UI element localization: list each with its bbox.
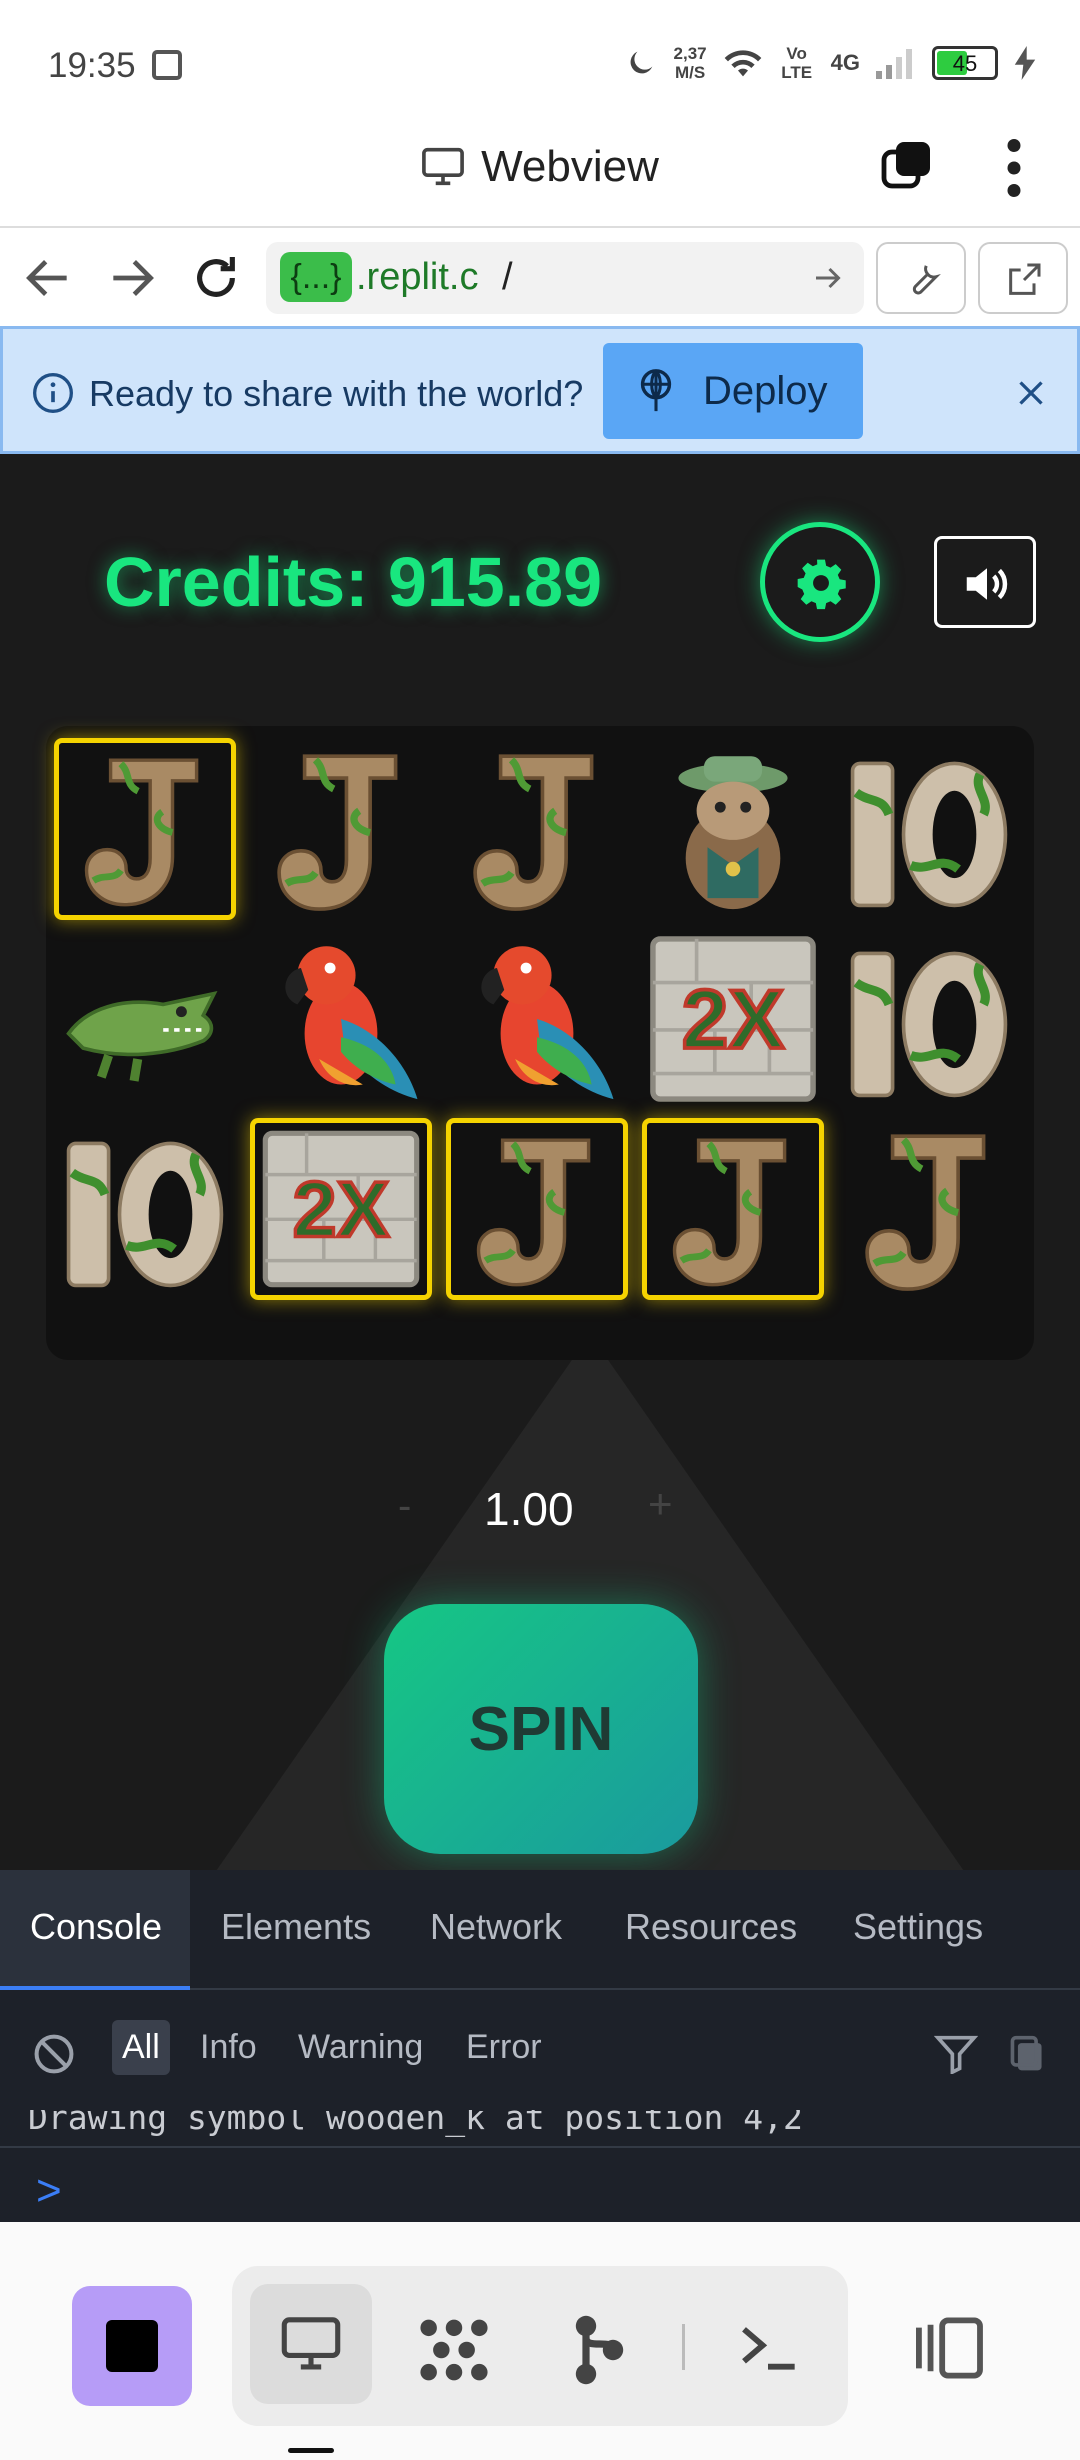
tab-network[interactable]: Network bbox=[430, 1906, 562, 1948]
reel-board: 2X 2X bbox=[46, 726, 1034, 1360]
console-filters: All Info Warning Error bbox=[0, 1992, 1080, 2102]
slot-game: Credits: 915.89 2X 2X - 1.00 + SPIN bbox=[0, 454, 1080, 1870]
stop-button[interactable] bbox=[72, 2286, 192, 2406]
url-domain: .replit.c bbox=[356, 256, 479, 298]
charging-icon bbox=[1014, 46, 1036, 80]
copy-icon[interactable] bbox=[1008, 2034, 1046, 2074]
sim-icon bbox=[152, 50, 182, 80]
filter-icon[interactable] bbox=[934, 2034, 978, 2074]
reel-symbol-stone-2x: 2X bbox=[642, 928, 824, 1110]
credits-display: Credits: 915.89 bbox=[104, 543, 603, 621]
status-time: 19:35 bbox=[48, 46, 136, 85]
filter-all[interactable]: All bbox=[112, 2020, 170, 2075]
reel-symbol-wooden-j bbox=[54, 738, 236, 920]
reel-symbol-wooden-j bbox=[250, 738, 432, 920]
wrench-icon bbox=[912, 265, 941, 295]
bet-increase-button[interactable]: + bbox=[648, 1480, 673, 1528]
git-icon[interactable] bbox=[570, 2314, 626, 2386]
filter-warning[interactable]: Warning bbox=[298, 2028, 423, 2067]
url-field[interactable]: {...} .replit.c / bbox=[266, 242, 864, 314]
deploy-icon bbox=[640, 369, 672, 412]
reel-symbol-wooden-10 bbox=[838, 928, 1020, 1110]
volte-label: Vo LTE bbox=[781, 44, 813, 82]
sound-button[interactable] bbox=[934, 536, 1036, 628]
tab-resources[interactable]: Resources bbox=[625, 1906, 797, 1948]
toolbar-separator bbox=[682, 2324, 685, 2370]
monitor-icon bbox=[281, 2317, 341, 2370]
tab-elements[interactable]: Elements bbox=[221, 1906, 371, 1948]
settings-button[interactable] bbox=[760, 522, 880, 642]
reload-icon[interactable] bbox=[188, 250, 244, 306]
filter-info[interactable]: Info bbox=[200, 2028, 257, 2067]
reel-symbol-wooden-j bbox=[642, 1118, 824, 1300]
info-icon bbox=[33, 373, 73, 413]
close-icon[interactable] bbox=[1013, 375, 1049, 411]
devtools-tabs: Console Elements Network Resources Setti… bbox=[0, 1870, 1080, 1990]
network-speed: 2,37 M/S bbox=[673, 44, 707, 82]
speaker-icon bbox=[966, 568, 1008, 600]
wifi-icon bbox=[724, 50, 761, 77]
home-indicator bbox=[288, 2448, 334, 2453]
external-link-icon bbox=[1009, 263, 1041, 295]
reel-symbol-parrot bbox=[250, 928, 432, 1110]
devtools-button[interactable] bbox=[876, 242, 966, 314]
bet-decrease-button[interactable]: - bbox=[398, 1484, 411, 1529]
console-log-line: Drawing symbol wooden_k at position 4,2 bbox=[28, 2098, 803, 2137]
spin-label: SPIN bbox=[468, 1695, 614, 1764]
more-menu-icon[interactable] bbox=[1004, 138, 1024, 198]
reel-symbol-sloth bbox=[642, 738, 824, 920]
tab-settings[interactable]: Settings bbox=[853, 1906, 983, 1948]
monitor-icon bbox=[422, 147, 465, 186]
reel-symbol-wooden-10 bbox=[54, 1118, 236, 1300]
network-type: 4G bbox=[830, 50, 860, 75]
filter-error[interactable]: Error bbox=[466, 2028, 542, 2067]
reel-symbol-stone-2x: 2X bbox=[250, 1118, 432, 1300]
deploy-label: Deploy bbox=[703, 369, 828, 413]
svg-text:2X: 2X bbox=[293, 1165, 390, 1254]
webview-tab-button[interactable] bbox=[250, 2284, 372, 2404]
bottom-toolbar bbox=[0, 2222, 1080, 2460]
status-bar: 19:35 2,37 M/S Vo LTE 4G 45 bbox=[0, 0, 1080, 130]
signal-icon bbox=[876, 49, 912, 79]
tab-console[interactable]: Console bbox=[30, 1906, 162, 1948]
go-arrow-icon[interactable] bbox=[810, 260, 846, 296]
packages-icon[interactable] bbox=[416, 2314, 492, 2386]
reel-symbol-wooden-j bbox=[446, 1118, 628, 1300]
stop-icon bbox=[106, 2320, 158, 2372]
moon-icon bbox=[630, 51, 652, 74]
gear-icon bbox=[797, 559, 846, 610]
deploy-banner: Ready to share with the world? Deploy bbox=[0, 326, 1080, 454]
shell-icon[interactable] bbox=[736, 2320, 800, 2376]
svg-text:2X: 2X bbox=[682, 972, 785, 1066]
back-icon[interactable] bbox=[20, 250, 76, 306]
battery-icon: 45 bbox=[932, 46, 998, 80]
open-external-button[interactable] bbox=[978, 242, 1068, 314]
reel-symbol-parrot bbox=[446, 928, 628, 1110]
banner-message: Ready to share with the world? bbox=[89, 373, 584, 414]
url-path: / bbox=[502, 256, 513, 298]
devtools-panel: Console Elements Network Resources Setti… bbox=[0, 1870, 1080, 2222]
reel-symbol-wooden-j bbox=[838, 1118, 1020, 1300]
deploy-button[interactable]: Deploy bbox=[603, 343, 863, 439]
spin-button[interactable]: SPIN bbox=[384, 1604, 698, 1854]
layout-switch-icon[interactable] bbox=[910, 2316, 986, 2380]
bet-amount: 1.00 bbox=[484, 1483, 574, 1535]
tabs-icon[interactable] bbox=[880, 140, 932, 192]
clear-console-icon[interactable] bbox=[32, 2032, 76, 2076]
reel-symbol-wooden-10 bbox=[838, 738, 1020, 920]
reel-symbol-wooden-j bbox=[446, 738, 628, 920]
forward-icon[interactable] bbox=[104, 250, 160, 306]
divider bbox=[0, 2146, 1080, 2148]
reel-symbol-crocodile bbox=[54, 928, 236, 1110]
url-pill: {...} bbox=[280, 252, 352, 302]
console-prompt[interactable]: > bbox=[36, 2166, 62, 2216]
